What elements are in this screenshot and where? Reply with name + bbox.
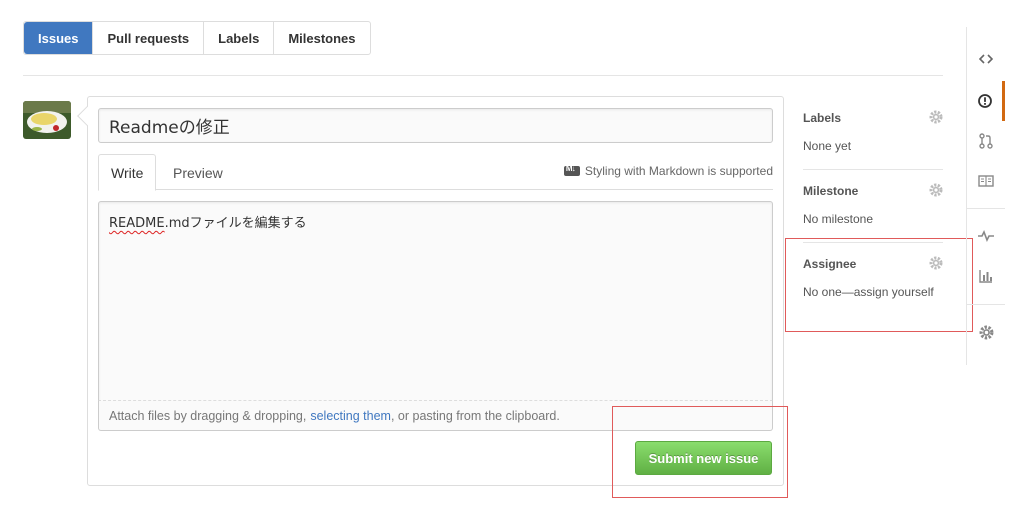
tab-issues[interactable]: Issues [24, 22, 93, 54]
sidebar-milestone: Milestone No milestone [803, 170, 943, 243]
body-text-misspelled: README [109, 216, 165, 231]
issue-title-input[interactable]: Readmeの修正 [98, 108, 773, 143]
issue-opened-icon [977, 94, 992, 108]
repo-nav-settings[interactable] [967, 312, 1005, 352]
nav-divider [967, 304, 1005, 305]
gear-icon[interactable] [929, 110, 943, 124]
discussion-arrow [77, 106, 97, 126]
wiki-book-icon [978, 175, 994, 187]
repo-nav-code[interactable] [967, 39, 1005, 79]
markdown-icon [563, 164, 580, 176]
markdown-hint[interactable]: Styling with Markdown is supported [563, 164, 773, 178]
pull-request-icon [979, 133, 993, 149]
labels-value: None yet [803, 139, 852, 153]
repo-nav-pulse[interactable] [967, 216, 1005, 256]
write-preview-tabs: Write Preview Styling with Markdown is s… [98, 154, 773, 191]
highlight-box-submit [612, 406, 788, 498]
select-files-link[interactable]: selecting them [310, 409, 391, 423]
highlight-box-assignee [785, 238, 973, 332]
tab-pull-requests[interactable]: Pull requests [92, 22, 203, 54]
tab-milestones[interactable]: Milestones [273, 22, 369, 54]
code-icon [979, 54, 993, 64]
labels-heading: Labels [803, 111, 842, 125]
repo-nav-wiki[interactable] [967, 161, 1005, 201]
graph-icon [979, 270, 992, 283]
repo-nav-issues[interactable] [967, 81, 1005, 121]
issues-subnav: Issues Pull requests Labels Milestones [23, 21, 371, 55]
sidebar-labels: Labels None yet [803, 97, 943, 170]
gear-icon [979, 325, 993, 339]
nav-divider [967, 208, 1005, 209]
repo-nav [966, 27, 1005, 365]
gear-icon[interactable] [929, 183, 943, 197]
tab-labels[interactable]: Labels [203, 22, 273, 54]
milestone-heading: Milestone [803, 184, 859, 198]
avatar[interactable] [23, 101, 71, 139]
body-text: .mdファイルを編集する [164, 216, 307, 231]
issue-body-textarea[interactable]: README.mdファイルを編集する [98, 201, 773, 428]
markdown-hint-label: Styling with Markdown is supported [584, 164, 773, 178]
tab-preview[interactable]: Preview [161, 154, 235, 191]
divider [23, 75, 943, 76]
attach-text-prefix: Attach files by dragging & dropping, [109, 408, 307, 423]
attach-text-suffix: , or pasting from the clipboard. [390, 408, 560, 423]
milestone-value: No milestone [803, 212, 874, 226]
repo-nav-graphs[interactable] [967, 256, 1005, 296]
tab-write[interactable]: Write [98, 154, 157, 191]
repo-nav-pull-requests[interactable] [967, 121, 1005, 161]
pulse-icon [978, 230, 994, 242]
